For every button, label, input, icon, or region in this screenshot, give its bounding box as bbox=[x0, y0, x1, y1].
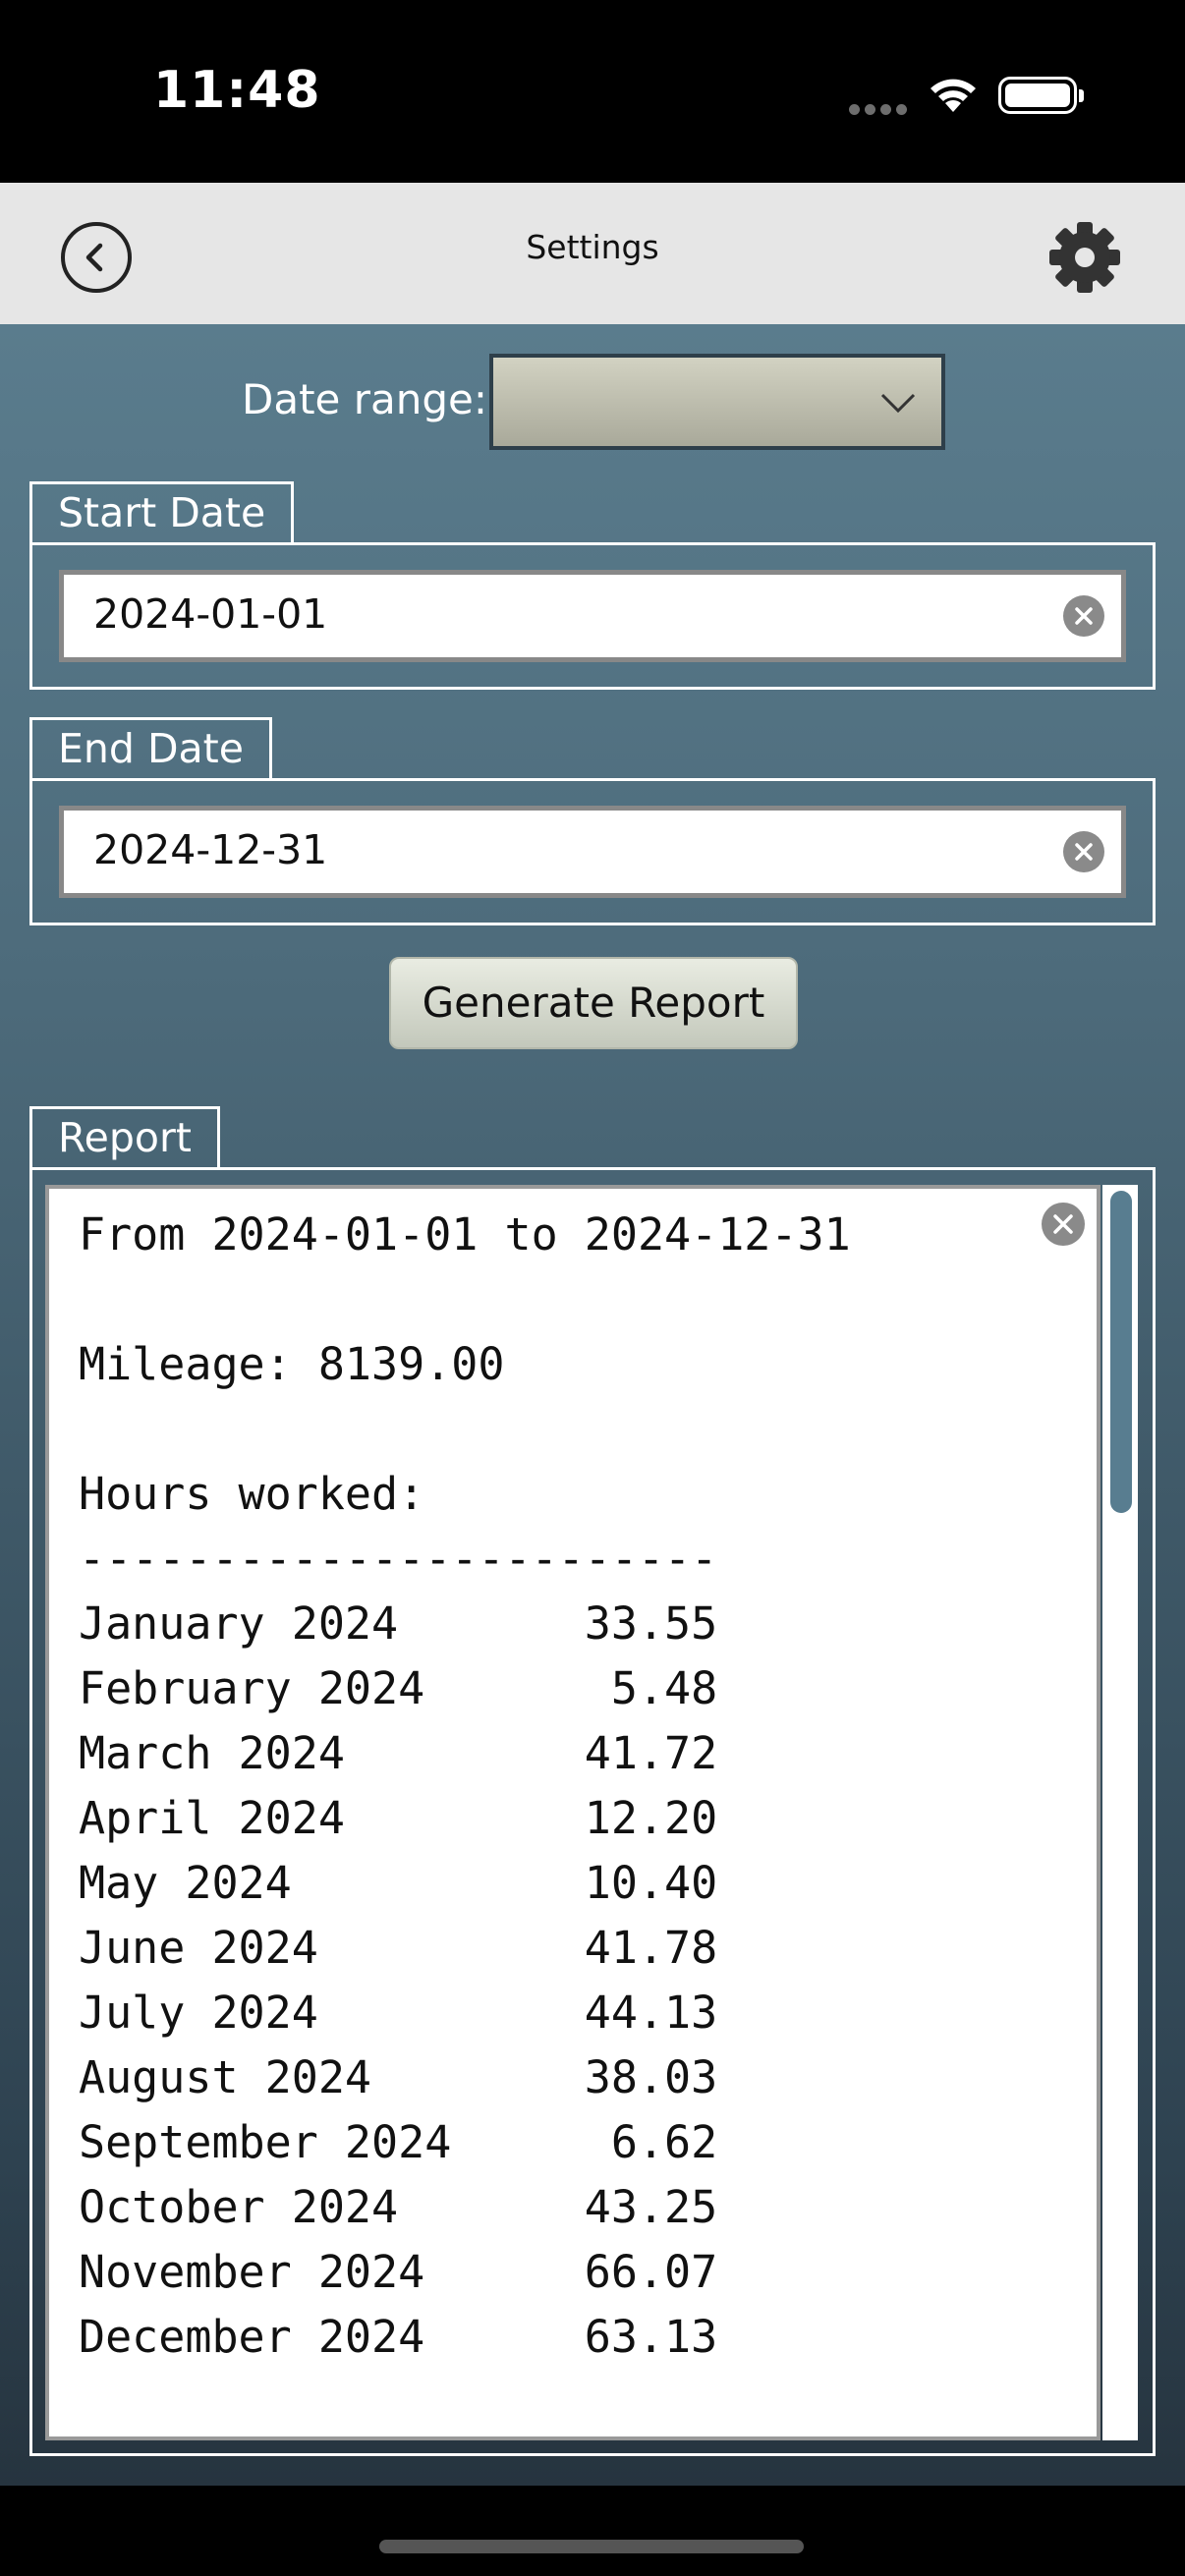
home-area bbox=[0, 2486, 1185, 2576]
start-date-input[interactable]: 2024-01-01 bbox=[59, 570, 1126, 662]
date-range-label: Date range: bbox=[242, 375, 488, 423]
report-textarea[interactable]: From 2024-01-01 to 2024-12-31 Mileage: 8… bbox=[45, 1185, 1100, 2440]
end-date-input[interactable]: 2024-12-31 bbox=[59, 806, 1126, 898]
clear-icon[interactable] bbox=[1063, 595, 1104, 637]
signal-dots-icon bbox=[849, 100, 912, 119]
start-date-legend: Start Date bbox=[29, 481, 295, 542]
home-indicator[interactable] bbox=[379, 2540, 804, 2553]
date-range-select[interactable] bbox=[489, 354, 945, 450]
report-text: From 2024-01-01 to 2024-12-31 Mileage: 8… bbox=[79, 1208, 851, 2363]
app-header: Settings bbox=[0, 183, 1185, 324]
report-legend: Report bbox=[29, 1106, 220, 1167]
generate-report-button[interactable]: Generate Report bbox=[389, 957, 798, 1049]
wifi-icon bbox=[931, 79, 976, 112]
clear-icon[interactable] bbox=[1063, 831, 1104, 872]
settings-panel: Date range: Start Date 2024-01-01 End Da… bbox=[0, 324, 1185, 2486]
battery-icon bbox=[998, 77, 1084, 114]
gear-icon[interactable] bbox=[1045, 218, 1124, 297]
clear-icon[interactable] bbox=[1042, 1203, 1085, 1246]
chevron-down-icon bbox=[880, 393, 916, 414]
status-time: 11:48 bbox=[153, 61, 321, 120]
page-title: Settings bbox=[526, 228, 659, 266]
status-bar: 11:48 bbox=[0, 0, 1185, 183]
end-date-legend: End Date bbox=[29, 717, 272, 778]
report-scrollbar-thumb[interactable] bbox=[1110, 1191, 1132, 1513]
